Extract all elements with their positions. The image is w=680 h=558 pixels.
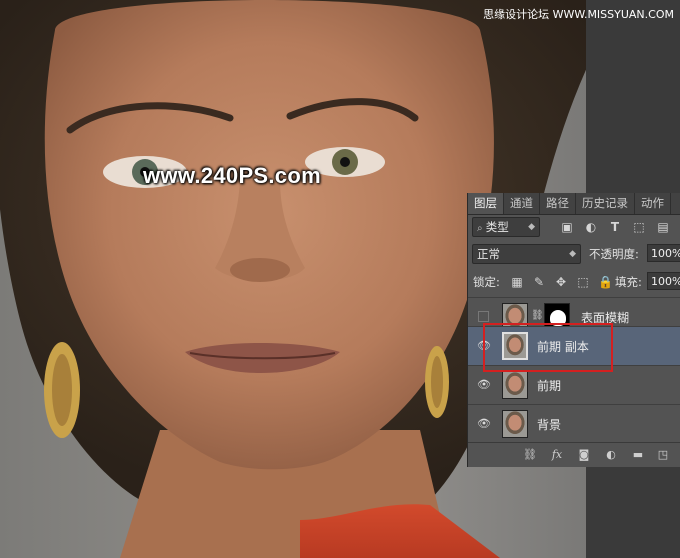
lock-position-icon[interactable]: ✥ (554, 275, 568, 289)
layer-thumbnail (502, 332, 528, 360)
layer-thumbnail (502, 410, 528, 438)
tab-channels[interactable]: 通道 (504, 193, 540, 214)
shape-filter-icon[interactable]: ⬚ (632, 220, 646, 234)
tab-layers[interactable]: 图层 (468, 193, 504, 214)
link-icon: ⛓ (531, 310, 544, 321)
lock-paint-icon[interactable]: ✎ (532, 275, 546, 289)
filter-kind-label: 类型 (485, 220, 509, 234)
visibility-toggle-off[interactable] (478, 311, 489, 322)
lock-transparent-icon[interactable]: ▦ (510, 275, 524, 289)
tab-paths[interactable]: 路径 (540, 193, 576, 214)
adjustment-layer-icon[interactable]: ◐ (604, 448, 618, 462)
eye-icon[interactable]: 👁 (476, 417, 492, 431)
layer-name: 前期 副本 (537, 340, 589, 354)
new-group-icon[interactable]: ▬ (631, 448, 645, 462)
adjustment-filter-icon[interactable]: ◐ (584, 220, 598, 234)
add-mask-icon[interactable]: ◙ (577, 448, 591, 462)
layer-name: 背景 (537, 418, 562, 432)
opacity-input[interactable]: 100% (647, 244, 680, 262)
layer-row[interactable]: 👁 前期 (468, 365, 680, 405)
type-filter-icon[interactable]: T (608, 220, 622, 234)
layer-name: 前期 (537, 379, 562, 393)
layer-row-selected[interactable]: 👁 前期 副本 (468, 326, 680, 366)
opacity-label: 不透明度: (589, 247, 639, 261)
center-watermark: www.240PS.com (143, 163, 321, 188)
layer-row[interactable]: 👁 背景 (468, 404, 680, 444)
blend-mode-select[interactable]: 正常 ◆ (472, 244, 581, 264)
layer-filter-select[interactable]: ⌕ 类型 ◆ (472, 217, 540, 237)
top-watermark: 思缘设计论坛 WWW.MISSYUAN.COM (483, 8, 674, 21)
smart-object-filter-icon[interactable]: ▤ (656, 220, 670, 234)
search-icon: ⌕ (477, 223, 486, 234)
pixel-filter-icon[interactable]: ▣ (560, 220, 574, 234)
tab-actions[interactable]: 动作 (635, 193, 671, 214)
blend-mode-label: 正常 (477, 247, 500, 261)
lock-all-icon[interactable]: 🔒 (598, 275, 613, 289)
lock-label: 锁定: (473, 275, 500, 289)
tab-history[interactable]: 历史记录 (576, 193, 635, 214)
panel-bottom-toolbar: ⛓ fx ◙ ◐ ▬ ◳ (468, 442, 680, 467)
eye-icon[interactable]: 👁 (476, 378, 492, 392)
link-layers-icon[interactable]: ⛓ (523, 448, 537, 462)
chevron-icon: ◆ (528, 222, 535, 232)
layers-panel: 图层 通道 路径 历史记录 动作 ⌕ 类型 ◆ ▣ ◐ T ⬚ ▤ 正常 ◆ 不… (467, 193, 680, 467)
fill-input[interactable]: 100% (647, 272, 680, 290)
new-layer-icon[interactable]: ◳ (656, 448, 670, 462)
eye-icon[interactable]: 👁 (476, 339, 492, 353)
layer-thumbnail (502, 371, 528, 399)
fx-icon[interactable]: fx (550, 448, 564, 462)
lock-artboard-icon[interactable]: ⬚ (576, 275, 590, 289)
panel-tabs: 图层 通道 路径 历史记录 动作 (468, 193, 680, 215)
fill-label: 填充: (615, 275, 642, 289)
chevron-icon: ◆ (569, 249, 576, 259)
layer-name: 表面模糊 (581, 311, 630, 325)
